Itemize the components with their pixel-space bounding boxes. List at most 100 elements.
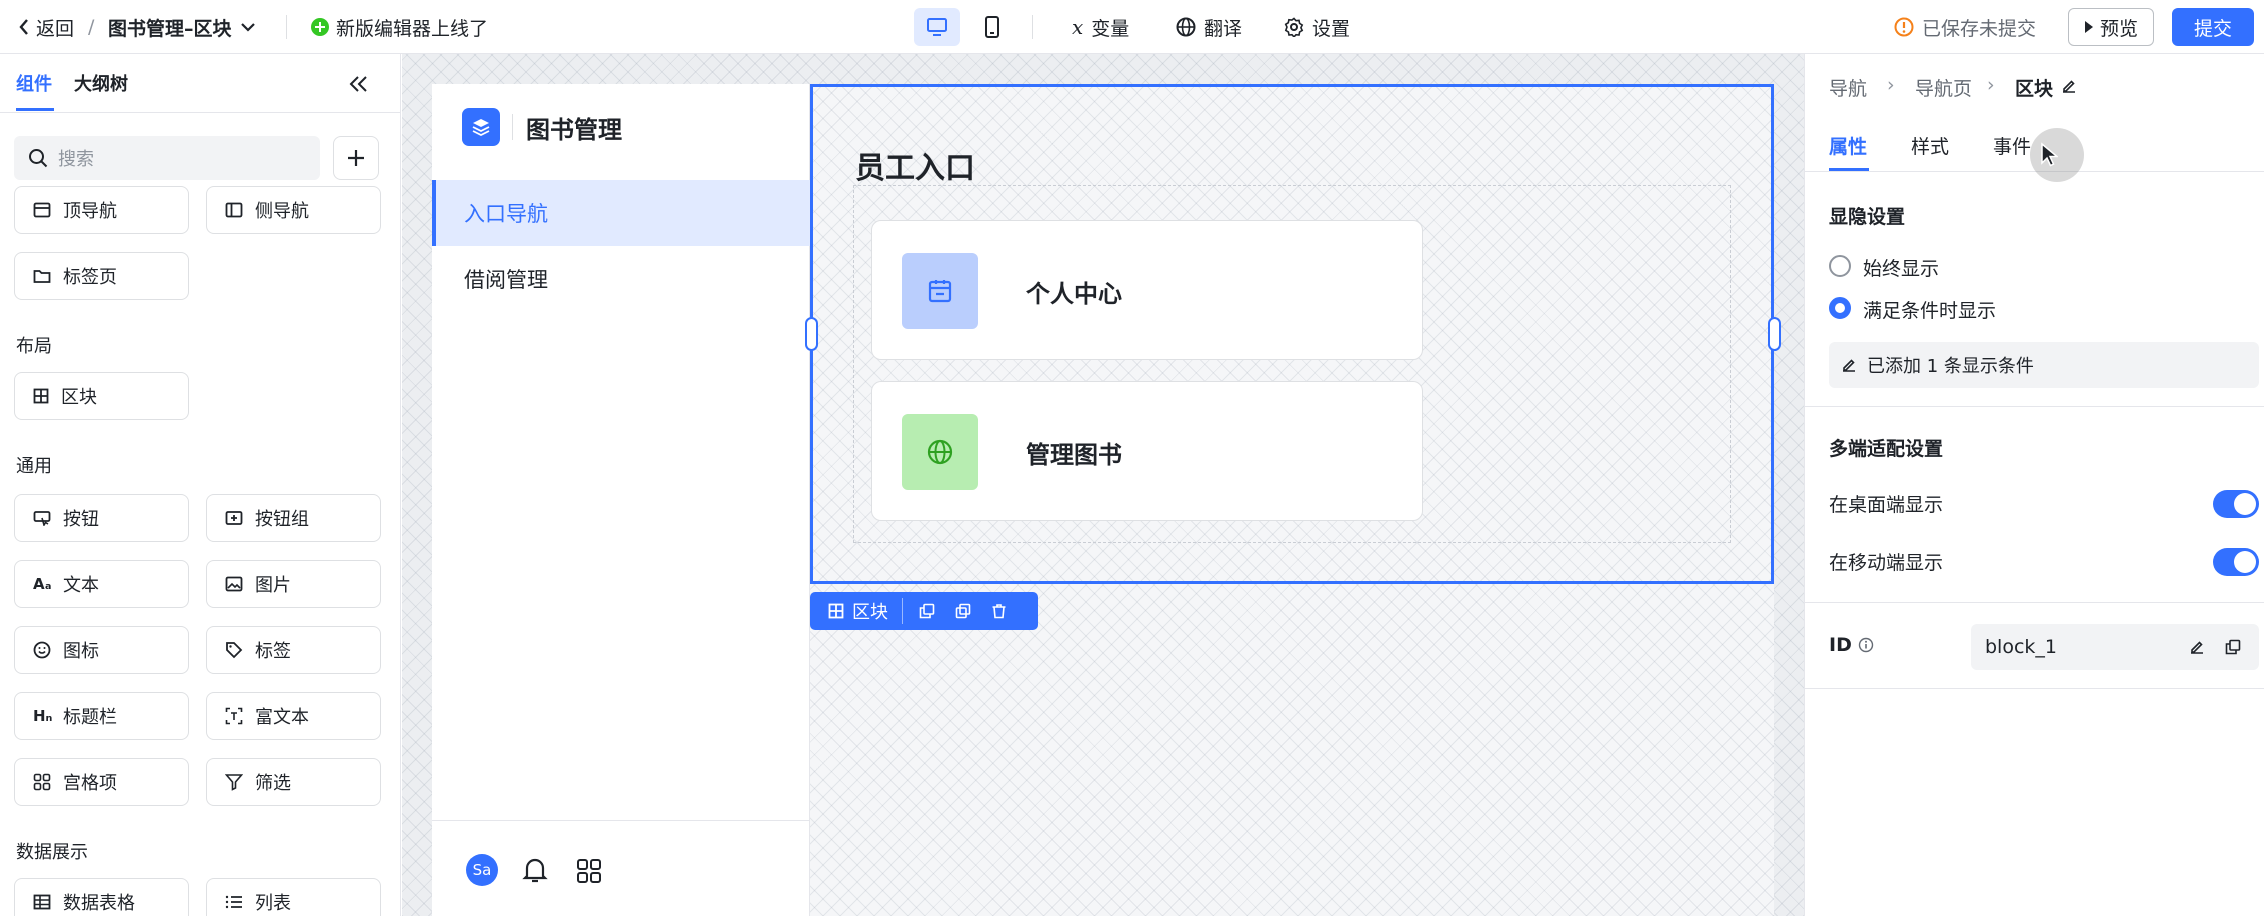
divider [286, 15, 287, 39]
component-item[interactable]: 区块 [14, 372, 189, 420]
table-icon [33, 894, 51, 910]
tab-properties[interactable]: 属性 [1829, 132, 1867, 159]
plus-icon [348, 150, 364, 166]
calendar-icon [928, 280, 952, 303]
preview-label: 预览 [2099, 17, 2138, 40]
nav-active-indicator [432, 180, 436, 246]
preview-button[interactable]: 预览 [2068, 8, 2154, 46]
mobile-show-toggle[interactable] [2213, 548, 2259, 576]
component-item[interactable]: 按钮组 [206, 494, 381, 542]
translate-button[interactable]: 翻译 [1176, 0, 1242, 54]
component-item[interactable]: 数据表格 [14, 878, 189, 916]
submit-button[interactable]: 提交 [2172, 8, 2254, 46]
radio-always-show[interactable] [1829, 255, 1851, 277]
nav-item-label: 入口导航 [464, 202, 548, 226]
back-button[interactable]: 返回 [18, 0, 74, 54]
resize-handle-left[interactable] [805, 317, 818, 351]
nav-item-borrow[interactable]: 借阅管理 [432, 246, 810, 312]
component-item[interactable]: 图片 [206, 560, 381, 608]
resize-handle-right[interactable] [1768, 317, 1781, 351]
grid-item-icon [33, 773, 51, 791]
add-component-button[interactable] [333, 136, 379, 180]
tab-events[interactable]: 事件 [1993, 132, 2031, 159]
desktop-view-button[interactable] [914, 8, 960, 46]
page-title-dropdown[interactable]: 图书管理–区块 [108, 0, 256, 54]
back-label: 返回 [36, 17, 75, 40]
component-item[interactable]: 侧导航 [206, 186, 381, 234]
nav-item-label: 借阅管理 [464, 268, 548, 292]
globe-icon [1176, 17, 1196, 37]
component-item[interactable]: 标签页 [14, 252, 189, 300]
component-item[interactable]: 标签 [206, 626, 381, 674]
component-item[interactable]: Aₐ 文本 [14, 560, 189, 608]
button-icon [33, 511, 51, 526]
duplicate-button[interactable] [955, 603, 971, 619]
variable-button[interactable]: 𝑥 变量 [1072, 0, 1129, 54]
radio-label: 始终显示 [1863, 258, 1940, 280]
component-label: 列表 [255, 893, 291, 914]
component-label: 区块 [61, 387, 97, 408]
edit-id-button[interactable] [2189, 639, 2205, 655]
id-label: ID [1829, 634, 1874, 656]
component-item[interactable]: 列表 [206, 878, 381, 916]
folder-icon [33, 270, 51, 283]
copy-icon [2225, 639, 2241, 655]
rename-button[interactable] [2061, 78, 2077, 94]
editor-canvas[interactable]: 图书管理 入口导航 借阅管理 Sa 员工入口 个人中心 管理图书 区块 [402, 54, 1804, 916]
nav-item-entry[interactable]: 入口导航 [432, 180, 810, 246]
search-input[interactable]: 搜索 [14, 136, 320, 180]
component-label: 数据表格 [63, 893, 135, 914]
desktop-show-toggle[interactable] [2213, 490, 2259, 518]
divider [512, 114, 513, 140]
copy-button[interactable] [919, 603, 935, 619]
selected-block[interactable]: 员工入口 个人中心 管理图书 [810, 84, 1774, 584]
delete-button[interactable] [991, 603, 1007, 619]
component-panel: 组件 大纲树 搜索 顶导航 侧导航 标签页 布局 区块 通用 按钮 按钮组 Aₐ… [0, 54, 401, 916]
block-type-text: 区块 [852, 602, 888, 623]
component-item[interactable]: 图标 [14, 626, 189, 674]
copy-id-button[interactable] [2225, 639, 2241, 655]
component-item[interactable]: 富文本 [206, 692, 381, 740]
edit-icon [2191, 641, 2203, 654]
id-field[interactable]: block_1 [1971, 624, 2259, 670]
notice-text: 新版编辑器上线了 [336, 17, 489, 40]
avatar[interactable]: Sa [466, 854, 498, 886]
variable-label: 变量 [1091, 17, 1130, 40]
tab-components[interactable]: 组件 [16, 70, 52, 96]
component-item[interactable]: 筛选 [206, 758, 381, 806]
block-type-label[interactable]: 区块 [810, 598, 903, 624]
block-toolbar: 区块 [810, 592, 1038, 630]
apps-button[interactable] [576, 858, 602, 884]
notification-button[interactable] [522, 856, 548, 884]
entry-card[interactable]: 管理图书 [871, 381, 1423, 521]
plus-circle-icon [311, 18, 329, 36]
radio-conditional-show[interactable] [1829, 297, 1851, 319]
component-label: 宫格项 [63, 773, 117, 794]
app-preview: 图书管理 入口导航 借阅管理 Sa 员工入口 个人中心 管理图书 区块 [432, 84, 1781, 916]
warning-circle-icon [1894, 17, 1914, 37]
component-item[interactable]: 宫格项 [14, 758, 189, 806]
new-editor-notice[interactable]: 新版编辑器上线了 [310, 0, 488, 54]
page-title: 图书管理–区块 [108, 17, 232, 40]
edit-icon [2063, 80, 2075, 93]
divider [432, 820, 810, 821]
component-item[interactable]: 按钮 [14, 494, 189, 542]
tab-outline-tree[interactable]: 大纲树 [74, 70, 128, 96]
filter-icon [225, 774, 243, 791]
bell-icon [522, 858, 548, 883]
component-item[interactable]: 顶导航 [14, 186, 189, 234]
component-label: 富文本 [255, 707, 309, 728]
collapse-panel-button[interactable] [346, 72, 370, 96]
component-item[interactable]: Hₙ 标题栏 [14, 692, 189, 740]
trash-icon [992, 604, 1006, 619]
mobile-view-button[interactable] [972, 8, 1012, 46]
breadcrumb-item[interactable]: 导航 [1829, 74, 1867, 101]
component-label: 按钮组 [255, 509, 309, 530]
section-title-data-display: 数据展示 [16, 842, 88, 863]
breadcrumb-item[interactable]: 导航页 [1915, 74, 1972, 101]
entry-card[interactable]: 个人中心 [871, 220, 1423, 360]
condition-button[interactable]: 已添加 1 条显示条件 [1829, 342, 2259, 388]
settings-button[interactable]: 设置 [1284, 0, 1350, 54]
tab-style[interactable]: 样式 [1911, 132, 1949, 159]
copy-icon [919, 603, 935, 619]
